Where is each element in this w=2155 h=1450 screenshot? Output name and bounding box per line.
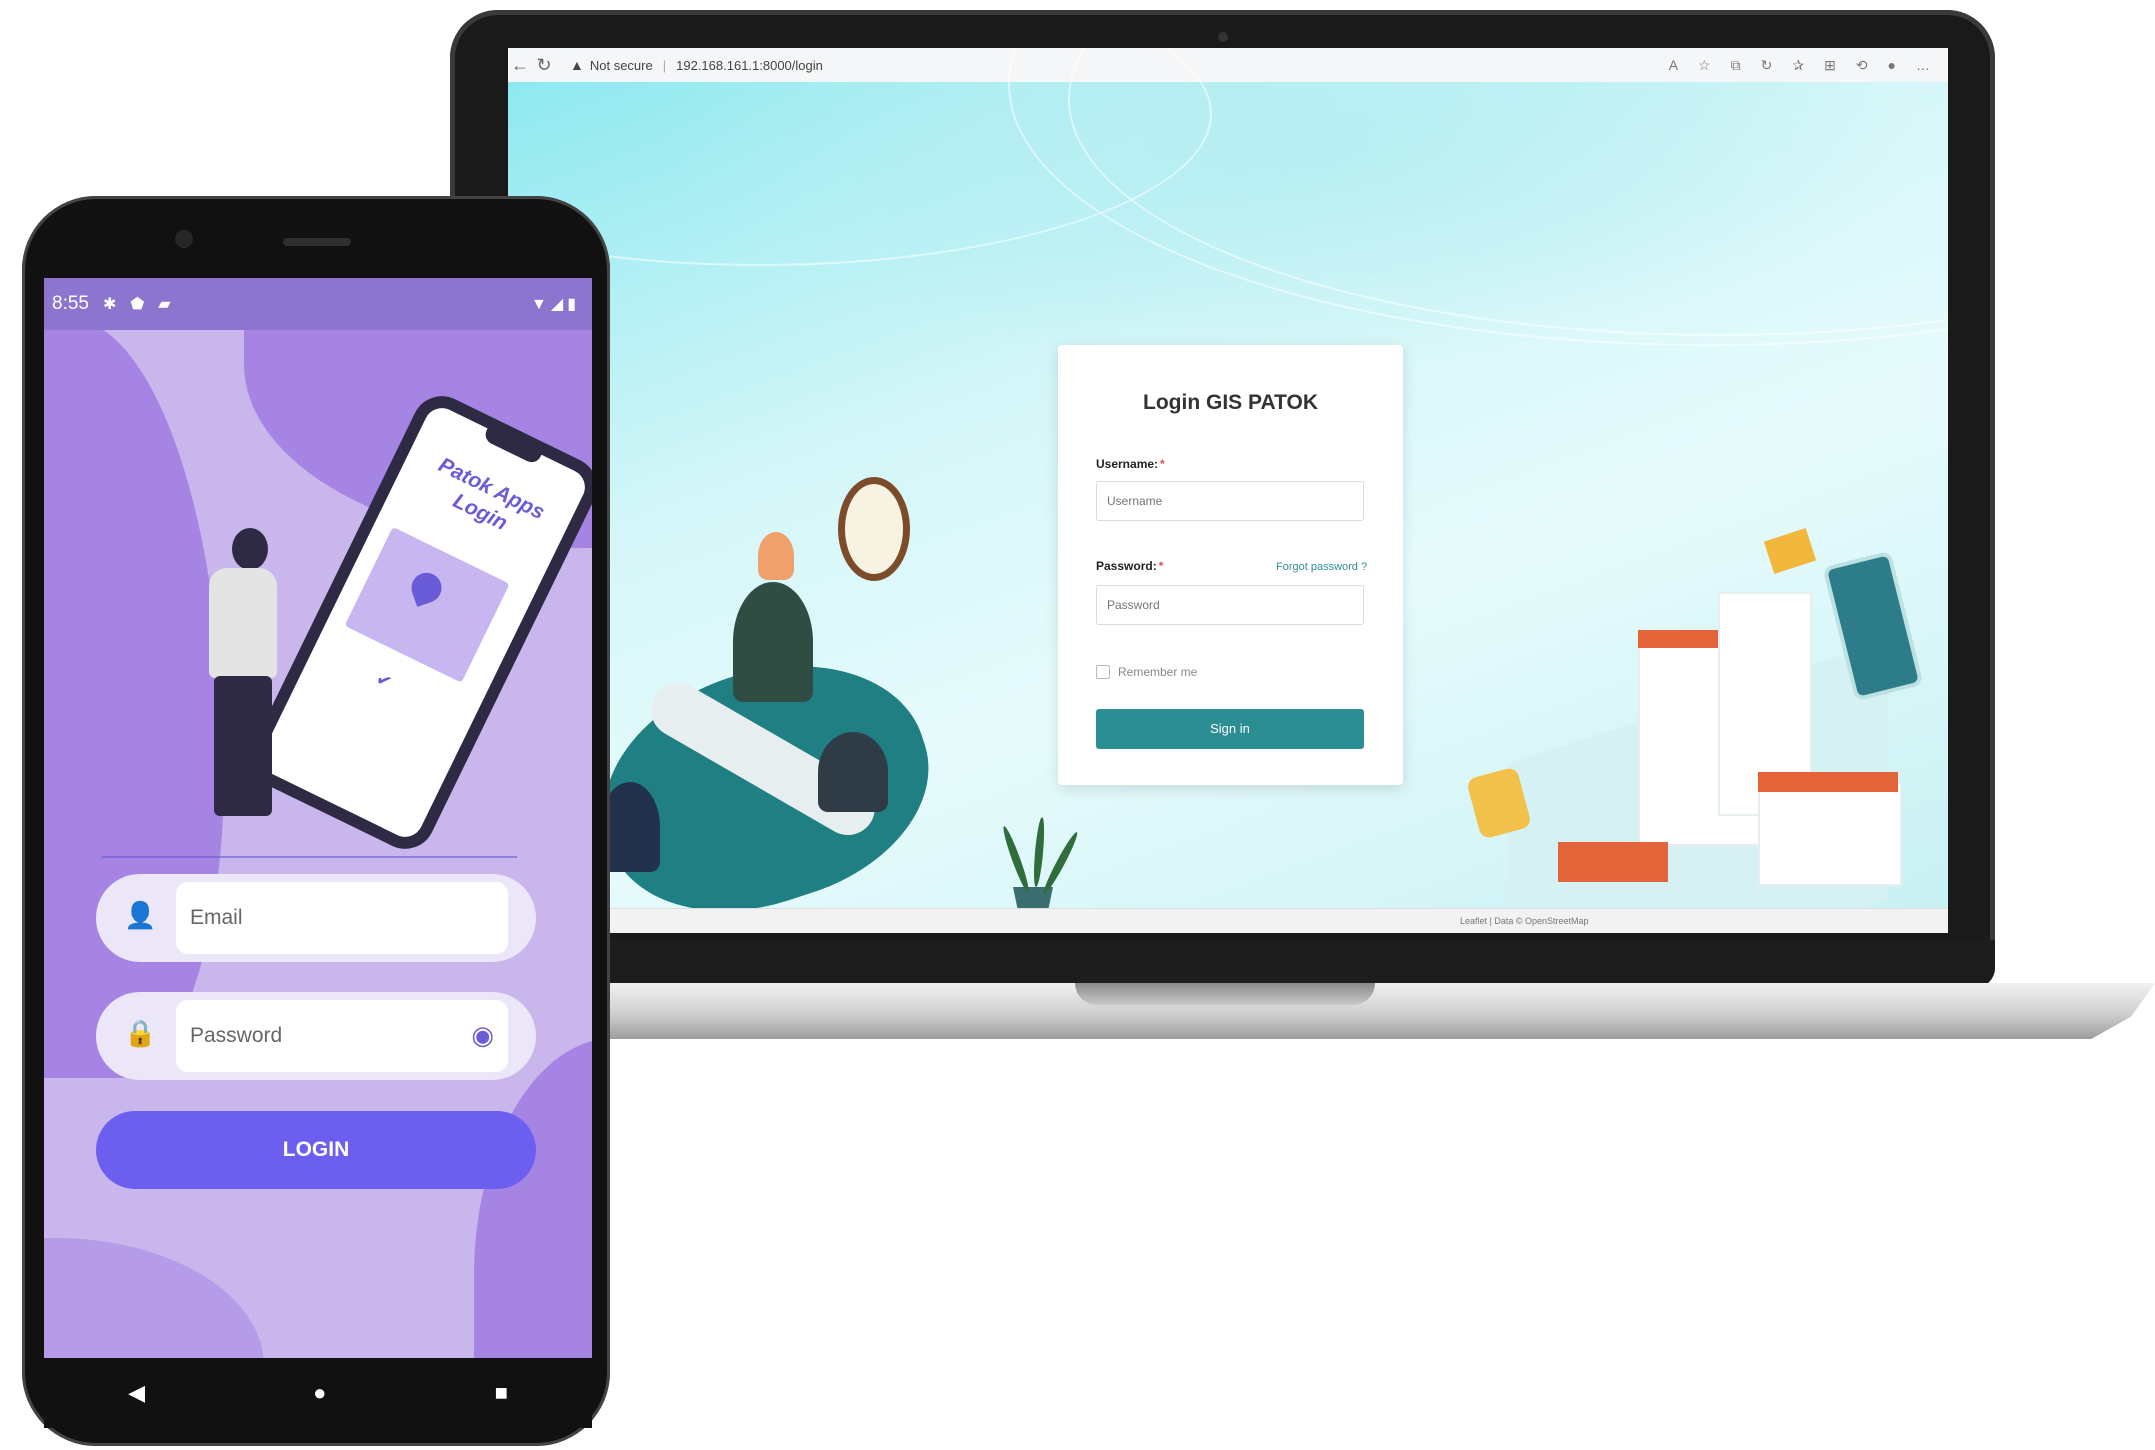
home-circle-icon[interactable]: ●	[313, 1380, 326, 1406]
person-head	[758, 532, 794, 580]
building-roof	[1758, 772, 1898, 792]
status-bar: 8:55 ✱ ⬟ ▰ ▼◢▮	[44, 278, 592, 330]
house-roof	[1558, 842, 1668, 882]
map-footer: Leaflet | Data © OpenStreetMap	[508, 908, 1948, 933]
decor-blob	[474, 1038, 592, 1358]
eye-off-icon[interactable]: ◉	[471, 1020, 494, 1051]
email-input[interactable]: Email	[176, 882, 508, 954]
person-legs	[214, 676, 272, 816]
map-attribution[interactable]: Leaflet | Data © OpenStreetMap	[1460, 916, 1589, 926]
username-label: Username: *	[1096, 457, 1165, 471]
remember-me-label: Remember me	[1118, 665, 1198, 679]
person-icon: 👤	[124, 900, 157, 930]
phone-screen: 8:55 ✱ ⬟ ▰ ▼◢▮ Patok Apps Login ✔ 👤 Emai…	[44, 278, 592, 1358]
android-navigation-bar: ◀ ● ■	[44, 1358, 592, 1428]
person-illustration	[733, 582, 813, 702]
plant-leaf	[1032, 816, 1047, 888]
username-input[interactable]	[1096, 481, 1364, 521]
person-illustration	[209, 568, 277, 678]
ground-line	[102, 856, 517, 858]
laptop-chin	[450, 940, 1995, 988]
envelope-illustration	[1763, 528, 1817, 574]
password-label: Password: *	[1096, 559, 1164, 573]
shield-icon: ⬟	[130, 296, 145, 313]
password-input[interactable]: Password ◉	[176, 1000, 508, 1072]
laptop-camera	[1218, 32, 1228, 42]
lock-icon: 🔒	[124, 1018, 157, 1048]
password-field[interactable]: 🔒 Password ◉	[96, 992, 536, 1080]
sd-card-icon: ▰	[158, 296, 171, 313]
recents-square-icon[interactable]: ■	[495, 1380, 508, 1406]
forgot-password-link[interactable]: Forgot password ?	[1276, 561, 1367, 573]
building-illustration	[1758, 782, 1902, 886]
settings-icon: ✱	[102, 296, 117, 313]
remember-me[interactable]: Remember me	[1096, 665, 1197, 679]
clock-face	[845, 484, 903, 574]
person-head	[232, 528, 268, 570]
decor-wave	[508, 48, 1212, 266]
login-button[interactable]: LOGIN	[96, 1111, 536, 1189]
login-card: Login GIS PATOK Username:* Password:* Fo…	[1058, 345, 1403, 785]
password-placeholder: Password	[190, 1024, 283, 1047]
remember-me-checkbox[interactable]	[1096, 665, 1110, 679]
phone-speaker	[283, 238, 351, 246]
email-placeholder: Email	[190, 906, 243, 929]
login-title: Login GIS PATOK	[1143, 391, 1318, 414]
check-icon: ✔	[372, 668, 396, 693]
decor-blob	[44, 318, 224, 1078]
login-page-background: Login GIS PATOK Username:* Password:* Fo…	[508, 48, 1948, 933]
sign-in-button[interactable]: Sign in	[1096, 709, 1364, 749]
map-illustration	[344, 526, 510, 683]
email-field[interactable]: 👤 Email	[96, 874, 536, 962]
laptop-screen: ← ↻ ▲ Not secure | 192.168.161.1:8000/lo…	[508, 48, 1948, 933]
phone-camera	[175, 230, 193, 248]
back-triangle-icon[interactable]: ◀	[128, 1380, 145, 1406]
plant-leaf	[1000, 824, 1032, 894]
person-illustration	[818, 732, 888, 812]
signal-battery-icons: ▼◢▮	[531, 296, 580, 313]
decor-blob	[44, 1238, 264, 1358]
password-input[interactable]	[1096, 585, 1364, 625]
laptop-notch	[1075, 983, 1375, 1005]
illustration-text: Patok Apps Login	[434, 453, 549, 536]
plant-leaf	[1040, 830, 1081, 896]
status-time: 8:55	[52, 293, 89, 314]
